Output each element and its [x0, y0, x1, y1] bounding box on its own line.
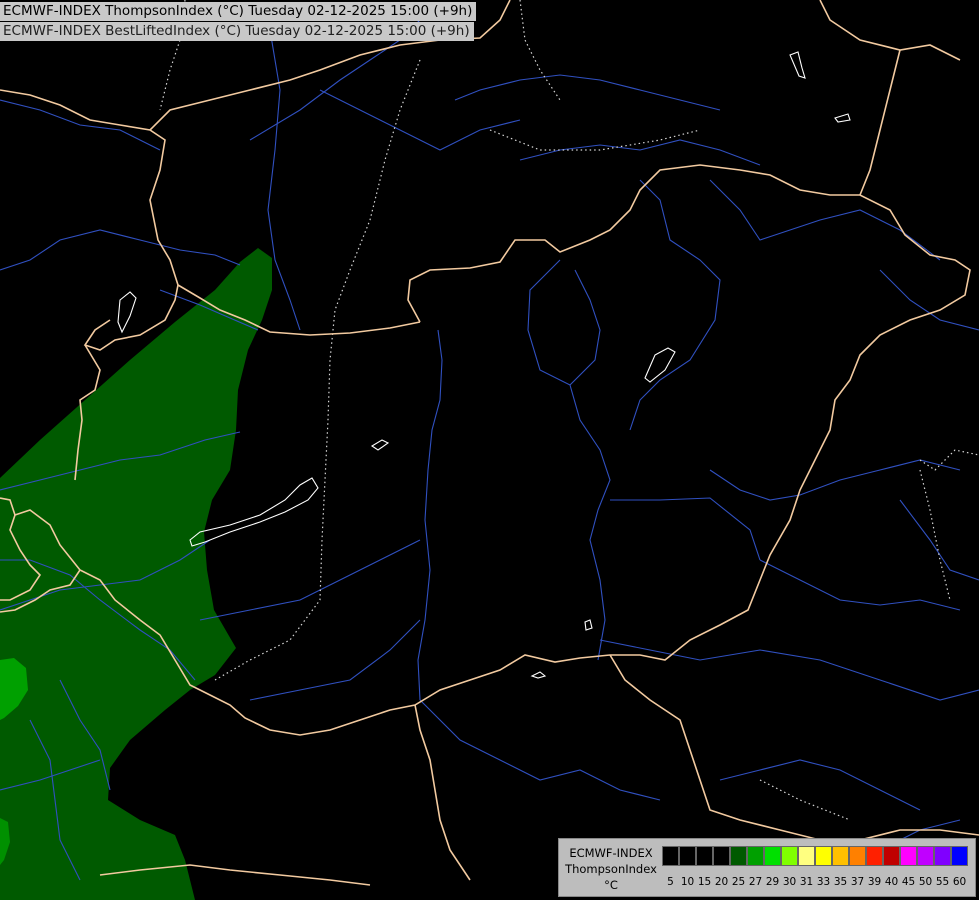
legend-tick-label: 35 — [833, 876, 848, 888]
color-legend: ECMWF-INDEX ThompsonIndex °C 5 10 15 20 25 27… — [558, 838, 976, 897]
legend-tick-label: 45 — [901, 876, 916, 888]
legend-swatch — [917, 846, 934, 866]
legend-parameter: ThompsonIndex — [565, 862, 657, 876]
legend-swatch — [662, 846, 679, 866]
legend-swatch — [713, 846, 730, 866]
legend-swatch — [900, 846, 917, 866]
legend-tick-label: 10 — [680, 876, 695, 888]
legend-tick-label: 50 — [918, 876, 933, 888]
legend-tick-label: 31 — [799, 876, 814, 888]
legend-swatch — [696, 846, 713, 866]
legend-tick-label: 5 — [667, 876, 674, 888]
legend-swatch — [815, 846, 832, 866]
legend-tick-label: 30 — [782, 876, 797, 888]
legend-unit: °C — [604, 878, 618, 892]
legend-swatch — [849, 846, 866, 866]
legend-model: ECMWF-INDEX — [569, 846, 653, 860]
legend-swatch — [934, 846, 951, 866]
legend-swatch — [866, 846, 883, 866]
legend-tick-label: 37 — [850, 876, 865, 888]
legend-tick-label: 33 — [816, 876, 831, 888]
legend-tick-label: 55 — [935, 876, 950, 888]
legend-swatch — [781, 846, 798, 866]
legend-swatch — [679, 846, 696, 866]
legend-tick-label: 39 — [867, 876, 882, 888]
legend-tick-label: 27 — [748, 876, 763, 888]
legend-tick-label: 25 — [731, 876, 746, 888]
legend-tick-label: 15 — [697, 876, 712, 888]
legend-tick-label: 40 — [884, 876, 899, 888]
legend-tick-label: 29 — [765, 876, 780, 888]
legend-swatch — [951, 846, 968, 866]
legend-swatch — [730, 846, 747, 866]
legend-swatch — [883, 846, 900, 866]
legend-tick-label: 60 — [952, 876, 967, 888]
weather-map — [0, 0, 979, 900]
map-title-bestlifted: ECMWF-INDEX BestLiftedIndex (°C) Tuesday… — [0, 22, 474, 41]
legend-swatch — [832, 846, 849, 866]
legend-swatch — [764, 846, 781, 866]
legend-swatch — [798, 846, 815, 866]
map-title-thompson: ECMWF-INDEX ThompsonIndex (°C) Tuesday 0… — [0, 2, 477, 21]
legend-swatches — [662, 846, 968, 866]
legend-tick-label: 20 — [714, 876, 729, 888]
legend-swatch — [747, 846, 764, 866]
